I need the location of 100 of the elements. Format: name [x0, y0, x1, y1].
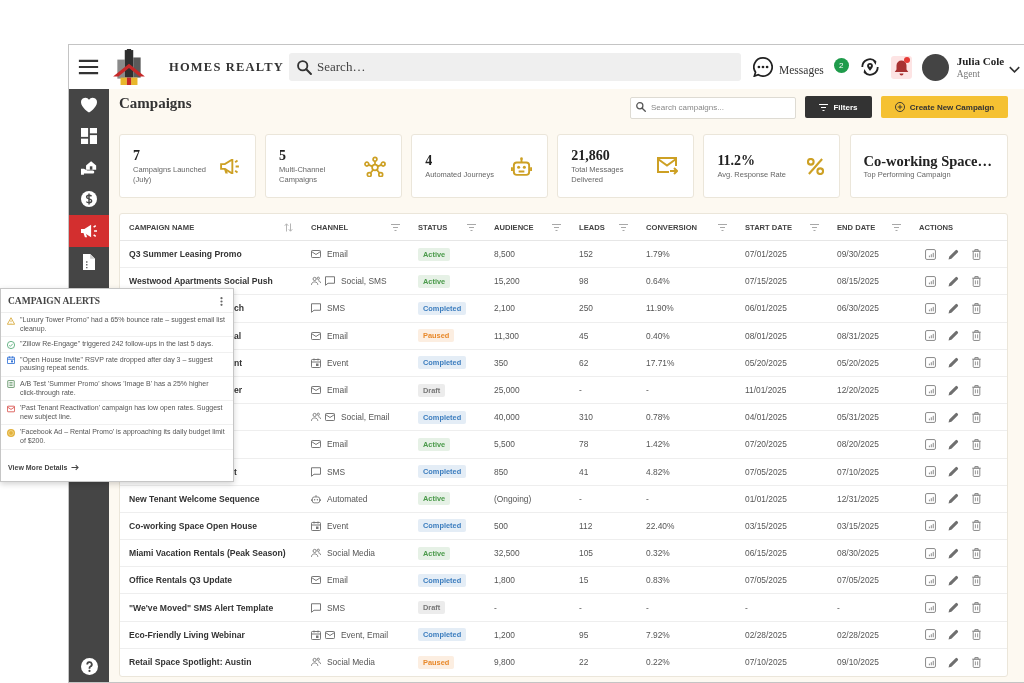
channel-label: Social Media: [327, 657, 375, 668]
chart-icon[interactable]: [925, 411, 936, 423]
avatar-placeholder[interactable]: [921, 53, 949, 81]
speech-bubble-icon: [325, 276, 335, 287]
document-icon: [7, 380, 15, 389]
stat-value: 4: [425, 152, 434, 169]
more-options-icon[interactable]: [220, 296, 223, 306]
help-icon[interactable]: [80, 658, 98, 675]
pencil-icon[interactable]: [948, 330, 959, 342]
menu-icon[interactable]: [78, 59, 99, 75]
chart-icon[interactable]: [925, 574, 936, 586]
trash-icon[interactable]: [971, 438, 982, 450]
campaign-name: Co-working Space Open House: [129, 520, 257, 531]
trash-icon[interactable]: [971, 411, 982, 423]
pencil-icon[interactable]: [948, 493, 959, 505]
trash-icon[interactable]: [971, 384, 982, 396]
chart-icon[interactable]: [925, 520, 936, 532]
messages-button[interactable]: Messages: [753, 55, 824, 79]
document-icon: [81, 254, 97, 271]
campaign-name: er: [234, 385, 243, 396]
start-date: 07/15/2025: [745, 276, 787, 287]
chart-icon[interactable]: [925, 629, 936, 641]
network-nodes-icon: [363, 155, 386, 177]
pencil-icon[interactable]: [948, 275, 959, 287]
envelope-icon: [311, 249, 321, 260]
leads-count: 95: [579, 629, 589, 640]
chart-icon[interactable]: [925, 248, 936, 260]
coin-icon: [7, 428, 15, 437]
plus-circle-icon: [894, 102, 905, 112]
chart-icon[interactable]: [925, 302, 936, 314]
trash-icon[interactable]: [971, 330, 982, 342]
leads-count: 250: [579, 303, 593, 314]
pencil-icon[interactable]: [948, 574, 959, 586]
leads-count: 22: [579, 657, 589, 668]
trash-icon[interactable]: [971, 248, 982, 260]
filter-icon[interactable]: [552, 223, 561, 231]
conversion-rate: 0.64%: [646, 276, 670, 287]
envelope-icon: [311, 330, 321, 341]
filter-icon[interactable]: [892, 223, 901, 231]
trash-icon[interactable]: [971, 275, 982, 287]
chart-icon[interactable]: [925, 466, 936, 478]
end-date: 05/31/2025: [837, 412, 879, 423]
pencil-icon[interactable]: [948, 438, 959, 450]
people-icon: [311, 657, 321, 668]
pencil-icon[interactable]: [948, 357, 959, 369]
search-field[interactable]: Search campaigns...: [630, 96, 796, 119]
count-badge: 2: [833, 57, 849, 73]
pencil-icon[interactable]: [948, 629, 959, 641]
channel-label: Social Media: [327, 548, 375, 559]
stat-value: 5: [279, 147, 288, 164]
chart-icon[interactable]: [925, 656, 936, 668]
trash-icon[interactable]: [971, 547, 982, 559]
filter-icon[interactable]: [619, 223, 628, 231]
leads-count: -: [579, 493, 582, 504]
buildings-logo-icon: [111, 49, 147, 85]
campaign-name: Miami Vacation Rentals (Peak Season): [129, 548, 286, 559]
trash-icon[interactable]: [971, 656, 982, 668]
pencil-icon[interactable]: [948, 248, 959, 260]
trash-icon[interactable]: [971, 574, 982, 586]
chart-icon[interactable]: [925, 493, 936, 505]
filter-icon[interactable]: [810, 223, 819, 231]
conversion-rate: 1.79%: [646, 249, 670, 260]
trash-icon[interactable]: [971, 302, 982, 314]
chart-icon[interactable]: [925, 357, 936, 369]
robot-icon: [510, 156, 532, 176]
chart-icon[interactable]: [925, 275, 936, 287]
leads-count: 62: [579, 357, 589, 368]
pencil-icon[interactable]: [948, 520, 959, 532]
trash-icon[interactable]: [971, 357, 982, 369]
end-date: 07/10/2025: [837, 466, 879, 477]
filter-icon[interactable]: [467, 223, 476, 231]
chart-icon[interactable]: [925, 438, 936, 450]
filter-icon[interactable]: [718, 223, 727, 231]
leads-count: 310: [579, 412, 593, 423]
pencil-icon[interactable]: [948, 547, 959, 559]
search-field[interactable]: Search…: [289, 53, 741, 81]
chevron-down-icon[interactable]: [1009, 65, 1021, 73]
filters-button[interactable]: Filters: [805, 96, 872, 118]
pencil-icon[interactable]: [948, 656, 959, 668]
sync-icon[interactable]: [859, 57, 880, 77]
trash-icon[interactable]: [971, 520, 982, 532]
sidebar-item[interactable]: [69, 215, 109, 247]
bell-icon[interactable]: [890, 55, 912, 79]
chart-icon[interactable]: [925, 547, 936, 559]
pencil-icon[interactable]: [948, 466, 959, 478]
pencil-icon[interactable]: [948, 602, 959, 614]
chart-icon[interactable]: [925, 602, 936, 614]
trash-icon[interactable]: [971, 466, 982, 478]
pencil-icon[interactable]: [948, 384, 959, 396]
sort-icon[interactable]: [284, 222, 293, 232]
pencil-icon[interactable]: [948, 302, 959, 314]
trash-icon[interactable]: [971, 629, 982, 641]
chart-icon[interactable]: [925, 384, 936, 396]
create-campaign-button[interactable]: Create New Campaign: [881, 96, 1008, 118]
trash-icon[interactable]: [971, 493, 982, 505]
pencil-icon[interactable]: [948, 411, 959, 423]
filter-icon[interactable]: [391, 223, 400, 231]
trash-icon[interactable]: [971, 602, 982, 614]
leads-count: 112: [579, 520, 593, 531]
chart-icon[interactable]: [925, 330, 936, 342]
